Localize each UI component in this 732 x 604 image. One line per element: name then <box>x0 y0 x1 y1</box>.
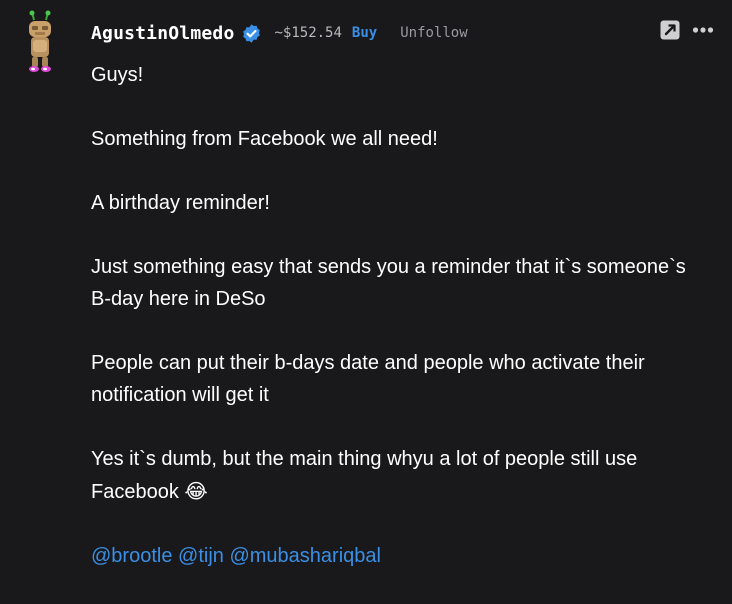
post-header: AgustinOlmedo ~$152.54 Buy Unfollow <box>91 19 468 47</box>
buy-button[interactable]: Buy <box>352 25 377 41</box>
post-text-paragraph: Yes it`s dumb, but the main thing whyu a… <box>91 443 711 508</box>
coin-price: ~$152.54 <box>274 25 342 41</box>
post-text-paragraph: Guys! <box>91 64 144 86</box>
mentions-line: @brootle @tijn @mubashariqbal <box>91 540 711 572</box>
post-text-paragraph: People can put their b-days date and peo… <box>91 352 645 406</box>
post-text-paragraph: Something from Facebook we all need! <box>91 128 438 150</box>
avatar[interactable] <box>20 10 60 74</box>
more-dots-icon[interactable] <box>692 20 714 40</box>
laughing-emoji-icon: 😂 <box>184 479 208 503</box>
verified-check-icon <box>241 23 262 44</box>
post-text: Yes it`s dumb, but the main thing whyu a… <box>91 448 638 503</box>
expand-arrow-icon[interactable] <box>660 20 680 40</box>
mention-link[interactable]: @brootle <box>91 545 172 567</box>
post-actions <box>660 20 714 40</box>
unfollow-button[interactable]: Unfollow <box>400 25 467 41</box>
avatar-image <box>29 10 51 72</box>
mention-link[interactable]: @tijn <box>178 545 224 567</box>
post-card: AgustinOlmedo ~$152.54 Buy Unfollow Guys… <box>0 0 732 580</box>
username-link[interactable]: AgustinOlmedo <box>91 23 234 44</box>
post-body: Guys! Something from Facebook we all nee… <box>91 59 711 604</box>
mention-link[interactable]: @mubashariqbal <box>229 545 381 567</box>
post-text-paragraph: A birthday reminder! <box>91 192 270 214</box>
post-text-paragraph: Just something easy that sends you a rem… <box>91 256 686 310</box>
